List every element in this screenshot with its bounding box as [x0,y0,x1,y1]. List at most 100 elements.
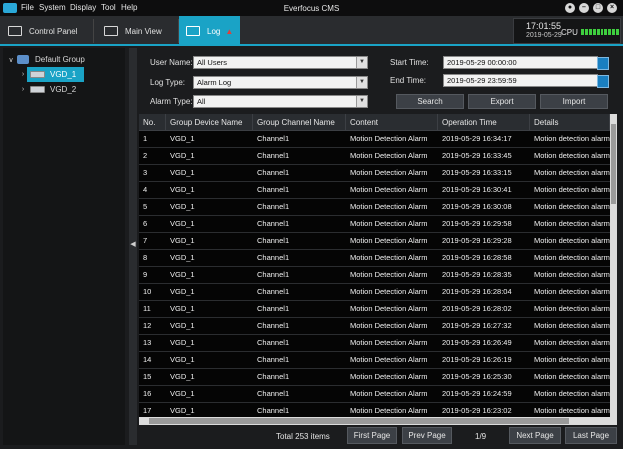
calendar-icon[interactable] [597,75,609,88]
tree-item-vgd-2[interactable]: › VGD_2 [3,82,125,97]
tree-item-vgd-1[interactable]: › VGD_1 [3,67,125,82]
cell-channel: Channel1 [257,389,290,398]
chevron-right-icon[interactable]: › [19,86,27,93]
chevron-right-icon[interactable]: › [19,71,27,78]
col-operation-time[interactable]: Operation Time [438,114,530,131]
panel-splitter[interactable]: ◀ [129,48,137,445]
user-name-select[interactable]: All Users ▼ [193,56,368,69]
chevron-down-icon[interactable]: ▼ [356,77,367,88]
log-icon [186,26,200,36]
cell-channel: Channel1 [257,372,290,381]
cell-no: 12 [143,321,152,330]
table-row[interactable]: 7 VGD_1 Channel1 Motion Detection Alarm 2019… [139,233,610,250]
close-icon[interactable]: × [607,3,617,13]
search-button[interactable]: Search [396,94,464,109]
table-row[interactable]: 11 VGD_1 Channel1 Motion Detection Alarm 201… [139,301,610,318]
cell-time: 2019-05-29 16:27:32 [442,321,512,330]
cell-device: VGD_1 [170,185,195,194]
table-row[interactable]: 10 VGD_1 Channel1 Motion Detection Alarm 201… [139,284,610,301]
cell-no: 14 [143,355,152,364]
end-time-label: End Time: [390,76,427,85]
tab-log[interactable]: Log ▲ [179,16,240,46]
cell-device: VGD_1 [170,253,195,262]
table-row[interactable]: 8 VGD_1 Channel1 Motion Detection Alarm 2019… [139,250,610,267]
table-row[interactable]: 13 VGD_1 Channel1 Motion Detection Alarm 201… [139,335,610,352]
user-name-value: All Users [197,58,228,67]
cell-device: VGD_1 [170,151,195,160]
col-content[interactable]: Content [346,114,438,131]
table-row[interactable]: 17 VGD_1 Channel1 Motion Detection Alarm 201… [139,403,610,417]
cell-channel: Channel1 [257,185,290,194]
end-time-input[interactable]: 2019-05-29 23:59:59 [443,74,609,88]
next-page-button[interactable]: Next Page [509,427,561,444]
vertical-scrollbar[interactable] [610,114,617,417]
alarm-type-select[interactable]: All ▼ [193,95,368,108]
last-page-button[interactable]: Last Page [565,427,617,444]
calendar-icon[interactable] [597,57,609,70]
cell-no: 7 [143,236,148,245]
cell-device: VGD_1 [170,202,195,211]
table-row[interactable]: 1 VGD_1 Channel1 Motion Detection Alarm 2019… [139,131,610,148]
chevron-down-icon[interactable]: ▼ [356,57,367,68]
import-button[interactable]: Import [540,94,608,109]
collapse-arrow-icon[interactable]: ◀ [129,240,137,248]
chevron-down-icon[interactable]: ▼ [356,96,367,107]
table-row[interactable]: 12 VGD_1 Channel1 Motion Detection Alarm 201… [139,318,610,335]
col-group-device-name[interactable]: Group Device Name [166,114,253,131]
tree-item-selected[interactable]: VGD_1 [27,67,85,82]
cell-channel: Channel1 [257,355,290,364]
cell-time: 2019-05-29 16:29:58 [442,219,512,228]
prev-page-button[interactable]: Prev Page [402,427,452,444]
cell-content: Motion Detection Alarm [350,338,428,347]
lock-icon[interactable]: ● [565,3,575,13]
cell-channel: Channel1 [257,270,290,279]
cell-no: 16 [143,389,152,398]
cell-time: 2019-05-29 16:23:02 [442,406,512,415]
table-row[interactable]: 3 VGD_1 Channel1 Motion Detection Alarm 2019… [139,165,610,182]
page-indicator: 1/9 [475,432,487,441]
cell-channel: Channel1 [257,406,290,415]
cell-channel: Channel1 [257,236,290,245]
cell-details: Motion detection alarm [534,151,610,160]
restore-icon[interactable]: □ [593,3,603,13]
cell-time: 2019-05-29 16:30:41 [442,185,512,194]
cell-no: 3 [143,168,148,177]
table-row[interactable]: 14 VGD_1 Channel1 Motion Detection Alarm 201… [139,352,610,369]
col-details[interactable]: Details [530,114,610,131]
tree-item-label: VGD_2 [50,85,77,94]
horizontal-scrollbar[interactable] [139,417,617,425]
col-no[interactable]: No. [139,114,166,131]
cell-no: 4 [143,185,148,194]
log-type-select[interactable]: Alarm Log ▼ [193,76,368,89]
minimize-icon[interactable]: – [579,3,589,13]
table-row[interactable]: 2 VGD_1 Channel1 Motion Detection Alarm 2019… [139,148,610,165]
table-row[interactable]: 6 VGD_1 Channel1 Motion Detection Alarm 2019… [139,216,610,233]
scrollbar-thumb[interactable] [611,124,616,204]
table-row[interactable]: 15 VGD_1 Channel1 Motion Detection Alarm 201… [139,369,610,386]
total-items: Total 253 items [276,432,330,441]
start-time-label: Start Time: [390,58,429,67]
chevron-down-icon[interactable]: ∨ [7,56,15,64]
start-time-input[interactable]: 2019-05-29 00:00:00 [443,56,609,70]
cell-no: 13 [143,338,152,347]
tab-control-panel[interactable]: Control Panel [0,16,92,46]
scrollbar-thumb[interactable] [149,418,569,424]
table-row[interactable]: 9 VGD_1 Channel1 Motion Detection Alarm 2019… [139,267,610,284]
cell-content: Motion Detection Alarm [350,372,428,381]
log-type-value: Alarm Log [197,78,232,87]
cell-no: 6 [143,219,148,228]
tab-main-view[interactable]: Main View [94,16,178,46]
window-title: Everfocus CMS [283,4,340,13]
table-row[interactable]: 5 VGD_1 Channel1 Motion Detection Alarm 2019… [139,199,610,216]
cell-device: VGD_1 [170,338,195,347]
cell-device: VGD_1 [170,236,195,245]
table-row[interactable]: 4 VGD_1 Channel1 Motion Detection Alarm 2019… [139,182,610,199]
cell-time: 2019-05-29 16:25:30 [442,372,512,381]
cell-no: 9 [143,270,148,279]
table-row[interactable]: 16 VGD_1 Channel1 Motion Detection Alarm 201… [139,386,610,403]
cell-time: 2019-05-29 16:24:59 [442,389,512,398]
tree-group-default[interactable]: ∨ Default Group [3,52,125,67]
export-button[interactable]: Export [468,94,536,109]
first-page-button[interactable]: First Page [347,427,397,444]
col-group-channel-name[interactable]: Group Channel Name [253,114,346,131]
